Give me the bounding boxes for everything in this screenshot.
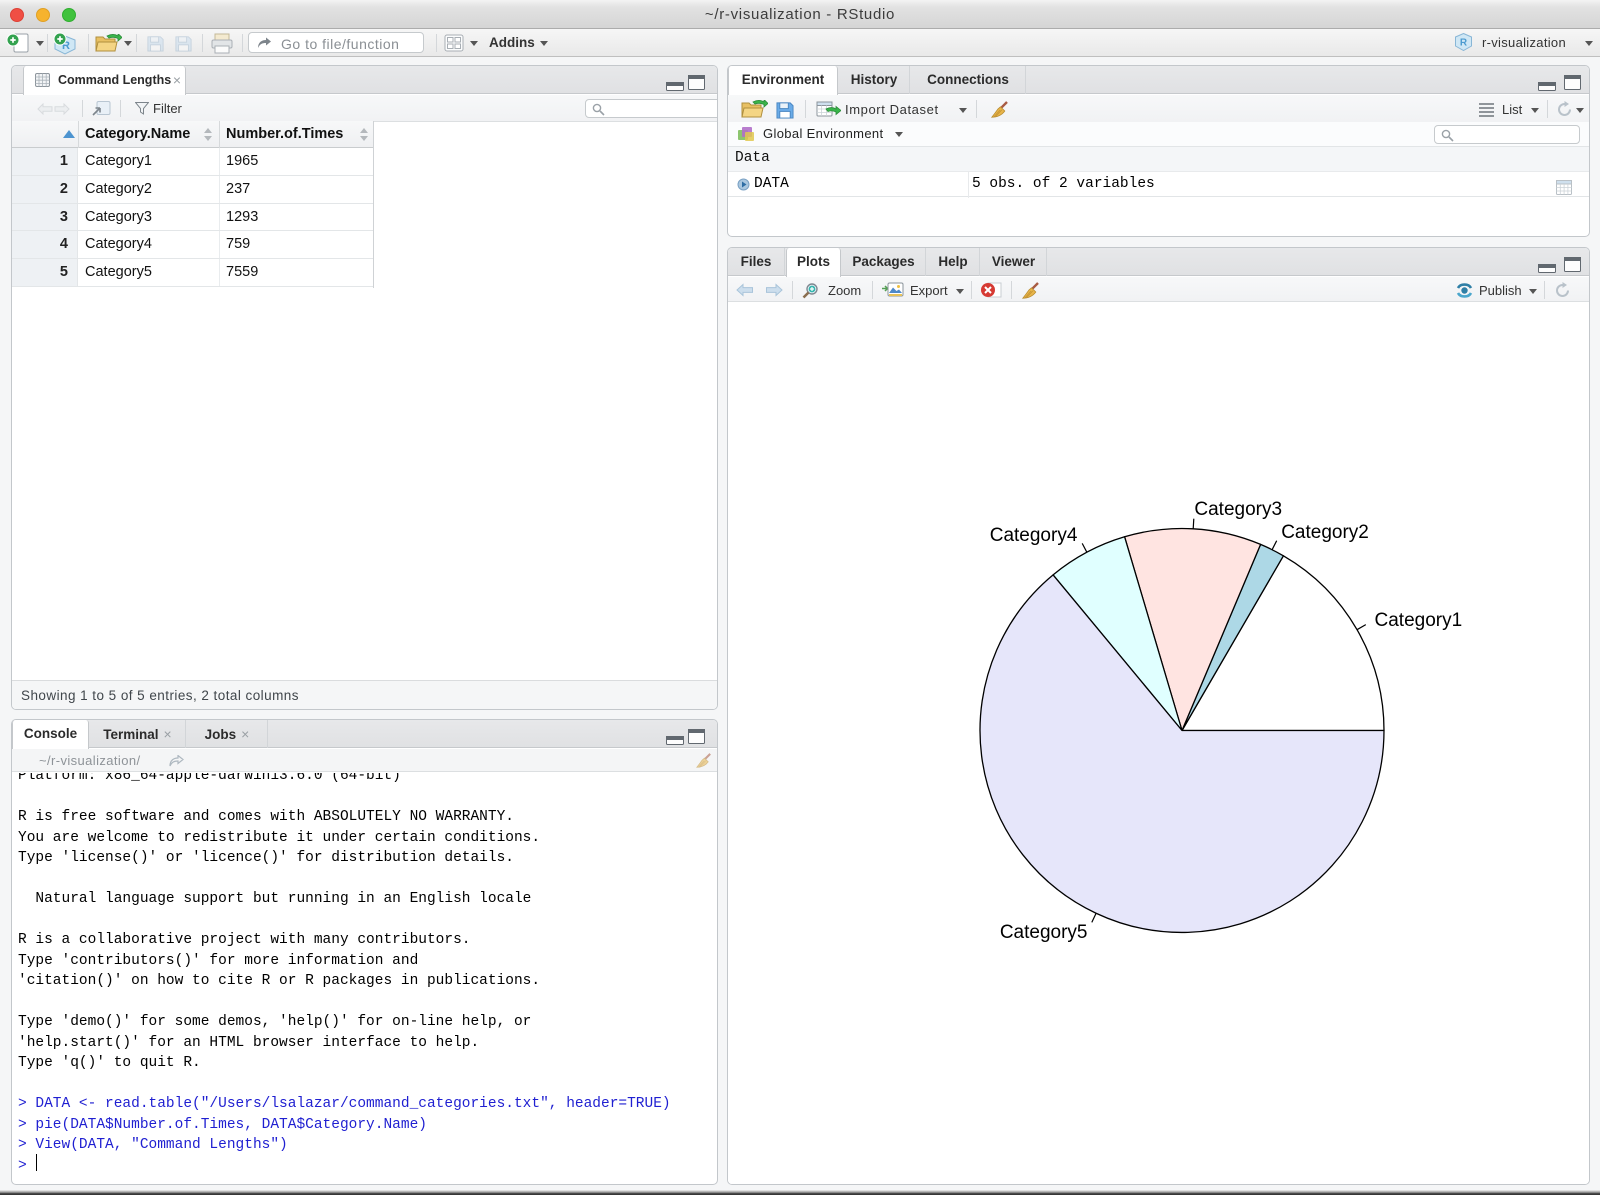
svg-text:Category1: Category1 bbox=[1375, 610, 1463, 631]
svg-text:Category5: Category5 bbox=[1000, 922, 1088, 943]
svg-text:Category4: Category4 bbox=[990, 525, 1078, 546]
svg-text:Category3: Category3 bbox=[1194, 499, 1282, 520]
svg-text:Category2: Category2 bbox=[1281, 522, 1369, 543]
svg-text:R: R bbox=[1460, 38, 1468, 49]
